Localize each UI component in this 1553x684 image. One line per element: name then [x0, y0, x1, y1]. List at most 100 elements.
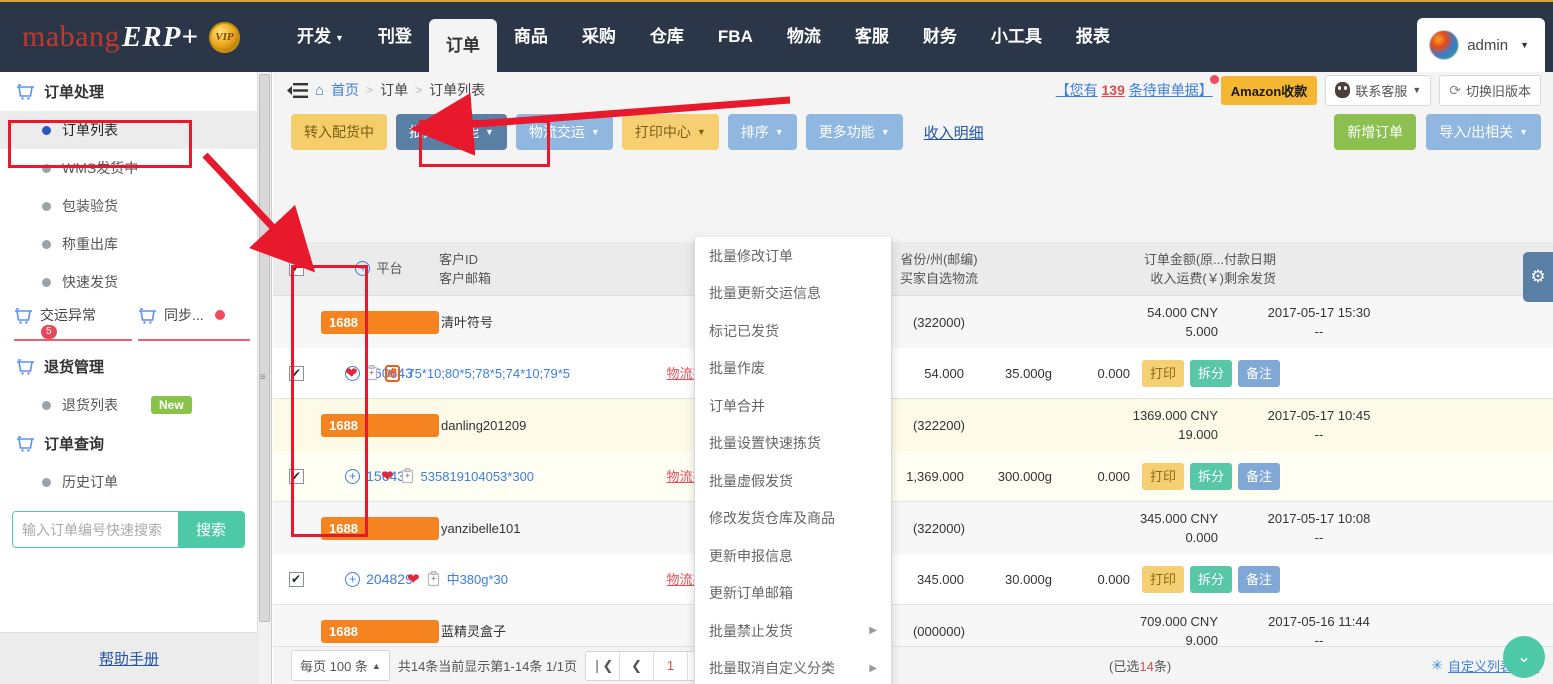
- toolbar-button-3[interactable]: 打印中心 ▼: [621, 114, 719, 150]
- toolbar-button-4[interactable]: 排序 ▼: [727, 114, 797, 150]
- cart-icon: [16, 435, 35, 452]
- breadcrumb-home[interactable]: 首页: [331, 80, 359, 100]
- contact-support-button[interactable]: 联系客服 ▼: [1325, 74, 1432, 106]
- sidebar-scrollbar[interactable]: ≡: [258, 72, 272, 684]
- sidebar-group-return-management[interactable]: 退货管理: [0, 347, 257, 386]
- home-icon[interactable]: ⌂: [315, 82, 324, 99]
- nav-item-label: FBA: [717, 27, 753, 46]
- sku-value[interactable]: 中380g*30: [447, 570, 508, 589]
- toolbar-button-1[interactable]: 批处理功能 ▼: [396, 114, 507, 150]
- first-page-button[interactable]: ❘❮: [586, 651, 621, 680]
- settings-gear-tab[interactable]: ⚙: [1523, 252, 1553, 302]
- pending-review-notice[interactable]: 【您有 139 条待审单据】: [1056, 75, 1219, 100]
- select-all-checkbox[interactable]: ✔: [288, 261, 304, 276]
- search-button[interactable]: 搜索: [178, 512, 244, 547]
- note-button[interactable]: 备注: [1238, 359, 1281, 387]
- dropdown-item-9[interactable]: 更新订单邮箱: [695, 575, 891, 613]
- dropdown-item-0[interactable]: 批量修改订单: [695, 237, 891, 275]
- nav-item-2[interactable]: 订单: [428, 19, 497, 73]
- split-button[interactable]: 拆分: [1190, 565, 1233, 593]
- sidebar-item-1[interactable]: WMS发货中: [0, 149, 257, 187]
- print-button[interactable]: 打印: [1142, 359, 1185, 387]
- sidebar-item-transport-exception[interactable]: 交运异常 5: [14, 305, 132, 347]
- switch-old-version-button[interactable]: ⟳ 切换旧版本: [1439, 74, 1541, 106]
- toolbar-button-0[interactable]: 转入配货中: [291, 114, 387, 150]
- dropdown-item-label: 批量修改订单: [709, 247, 793, 264]
- sku-value[interactable]: 535819104053*300: [421, 467, 535, 486]
- nav-item-11[interactable]: 报表: [1059, 1, 1127, 73]
- clipboard-icon[interactable]: [365, 365, 378, 381]
- scroll-help-fab[interactable]: ⌄: [1503, 636, 1545, 678]
- note-button[interactable]: 备注: [1238, 462, 1281, 490]
- row-checkbox[interactable]: ✔: [288, 365, 304, 381]
- print-button[interactable]: 打印: [1142, 565, 1185, 593]
- notice-prefix[interactable]: 【您有: [1056, 82, 1098, 98]
- dropdown-item-8[interactable]: 更新申报信息: [695, 537, 891, 575]
- toolbar-button-5[interactable]: 更多功能 ▼: [805, 114, 903, 150]
- expand-plus-icon[interactable]: +: [355, 261, 371, 276]
- help-manual-link[interactable]: 帮助手册: [99, 648, 159, 669]
- favorite-heart-icon[interactable]: ❤: [407, 570, 420, 589]
- new-order-button[interactable]: 新增订单: [1334, 114, 1417, 150]
- sidebar-item-history-orders[interactable]: 历史订单: [0, 463, 257, 501]
- nav-item-9[interactable]: 财务: [906, 1, 974, 73]
- nav-item-0[interactable]: 开发 ▼: [280, 1, 361, 73]
- nav-item-4[interactable]: 采购: [565, 1, 633, 73]
- dropdown-item-11[interactable]: 批量取消自定义分类 ▶: [695, 650, 891, 684]
- dropdown-item-6[interactable]: 批量虚假发货: [695, 462, 891, 500]
- nav-item-10[interactable]: 小工具: [974, 1, 1059, 73]
- user-menu[interactable]: admin ▼: [1417, 18, 1545, 72]
- sidebar-item-2[interactable]: 包装验货: [0, 187, 257, 225]
- pagination-bar: 每页 100 条 ▲ 共14条当前显示第1-14条 1/1页 ❘❮ ❮ 1 ❯ …: [273, 646, 1553, 684]
- nav-item-6[interactable]: FBA: [701, 1, 770, 73]
- breadcrumb-level2[interactable]: 订单: [380, 80, 408, 100]
- sidebar-item-return-list[interactable]: 退货列表 New: [0, 386, 257, 424]
- sidebar-scrollbar-thumb[interactable]: [259, 74, 270, 622]
- search-input[interactable]: [13, 512, 178, 547]
- sidebar-item-0[interactable]: 订单列表: [0, 111, 257, 149]
- prev-page-button[interactable]: ❮: [620, 651, 655, 680]
- nav-item-5[interactable]: 仓库: [633, 1, 701, 73]
- sidebar-item-4[interactable]: 快速发货: [0, 263, 257, 301]
- nav-item-7[interactable]: 物流: [770, 1, 838, 73]
- favorite-heart-icon[interactable]: ❤: [345, 364, 358, 383]
- split-button[interactable]: 拆分: [1190, 462, 1233, 490]
- notice-suffix[interactable]: 条待审单据】: [1129, 82, 1213, 98]
- dropdown-item-10[interactable]: 批量禁止发货 ▶: [695, 612, 891, 650]
- print-button[interactable]: 打印: [1142, 462, 1185, 490]
- toolbar-button-2[interactable]: 物流交运 ▼: [515, 114, 613, 150]
- current-page-number[interactable]: 1: [654, 651, 689, 680]
- nav-item-8[interactable]: 客服: [838, 1, 906, 73]
- amount-header-label: 订单金额(原...: [1143, 251, 1224, 267]
- dropdown-item-7[interactable]: 修改发货仓库及商品: [695, 500, 891, 538]
- breadcrumb-actions: 【您有 139 条待审单据】 Amazon收款 联系客服 ▼ ⟳ 切换旧版本: [1056, 74, 1541, 106]
- row-checkbox[interactable]: ✔: [288, 468, 304, 484]
- per-page-selector[interactable]: 每页 100 条 ▲: [291, 650, 390, 681]
- import-export-button[interactable]: 导入/出相关 ▼: [1426, 114, 1541, 150]
- note-button[interactable]: 备注: [1238, 565, 1281, 593]
- sku-value[interactable]: 75*10;80*5;78*5;74*10;79*5: [407, 364, 570, 383]
- sidebar-collapse-icon[interactable]: [287, 82, 308, 98]
- row-checkbox[interactable]: ✔: [288, 571, 304, 587]
- favorite-heart-icon[interactable]: ❤: [381, 467, 394, 486]
- dropdown-item-2[interactable]: 标记已发货: [695, 312, 891, 350]
- sidebar-group-order-processing[interactable]: 订单处理: [0, 72, 257, 111]
- nav-item-1[interactable]: 刊登: [361, 1, 429, 73]
- clipboard-icon[interactable]: [427, 571, 440, 587]
- clipboard-icon[interactable]: [401, 468, 414, 484]
- selected-count-info: (已选14条): [1109, 656, 1171, 675]
- sidebar-group-order-query[interactable]: 订单查询: [0, 424, 257, 463]
- split-button[interactable]: 拆分: [1190, 359, 1233, 387]
- nav-item-3[interactable]: 商品: [497, 1, 565, 73]
- dropdown-item-1[interactable]: 批量更新交运信息: [695, 275, 891, 313]
- amazon-payment-button[interactable]: Amazon收款: [1220, 75, 1318, 105]
- app-logo[interactable]: mabang ERP+ VIP: [0, 20, 280, 54]
- income-detail-link[interactable]: 收入明细: [924, 122, 984, 143]
- platform-header[interactable]: + 平台: [319, 259, 439, 278]
- dropdown-item-4[interactable]: 订单合并: [695, 387, 891, 425]
- dropdown-item-3[interactable]: 批量作废: [695, 350, 891, 388]
- dropdown-item-5[interactable]: 批量设置快速拣货: [695, 425, 891, 463]
- sidebar-item-sync[interactable]: 同步...: [138, 305, 250, 347]
- sidebar-item-3[interactable]: 称重出库: [0, 225, 257, 263]
- chevron-down-icon: ▼: [774, 127, 784, 137]
